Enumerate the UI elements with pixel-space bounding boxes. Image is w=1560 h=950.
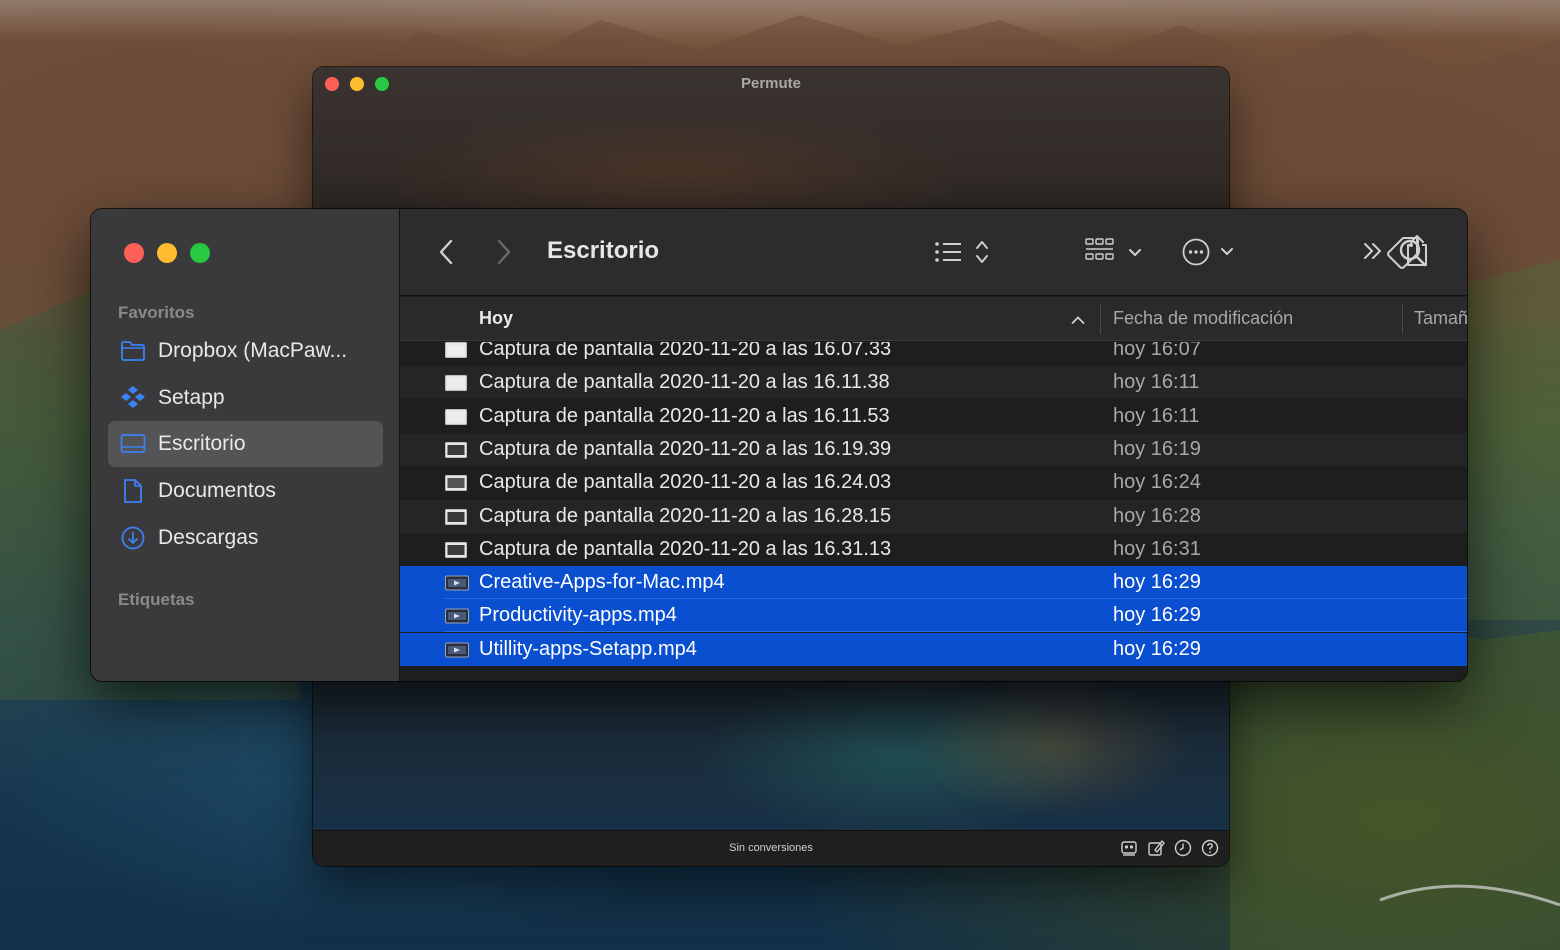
folder-title: Escritorio	[547, 237, 660, 264]
video-file-icon	[445, 575, 469, 596]
clock-icon[interactable]	[1174, 839, 1192, 857]
sort-ascending-icon[interactable]	[1071, 312, 1085, 330]
zoom-button[interactable]	[190, 243, 210, 263]
file-date: hoy 16:11	[1113, 371, 1200, 394]
sidebar-item-label: Documentos	[158, 479, 276, 502]
image-file-icon	[445, 508, 467, 530]
column-header: Hoy Fecha de modificación Tamaño	[400, 297, 1467, 341]
grid-icon	[1085, 238, 1141, 260]
file-row[interactable]: Captura de pantalla 2020-11-20 a las 16.…	[400, 499, 1467, 533]
column-name-header[interactable]: Hoy	[479, 308, 513, 329]
chevron-left-icon	[439, 239, 453, 265]
sidebar-item-dropbox[interactable]: Dropbox (MacPaw...	[108, 328, 383, 374]
file-date: hoy 16:29	[1113, 604, 1201, 627]
finder-sidebar: Favoritos Dropbox (MacPaw... Setapp Escr…	[91, 209, 400, 681]
sidebar-item-label: Descargas	[158, 526, 259, 549]
file-row[interactable]: Productivity-apps.mp4 hoy 16:29	[400, 599, 1467, 633]
forward-button[interactable]	[496, 238, 512, 266]
file-date: hoy 16:29	[1113, 637, 1201, 660]
image-file-icon	[445, 342, 467, 363]
file-name: Captura de pantalla 2020-11-20 a las 16.…	[479, 504, 892, 527]
file-name: Captura de pantalla 2020-11-20 a las 16.…	[479, 471, 892, 494]
search-icon	[1399, 239, 1427, 267]
desktop-icon	[120, 431, 146, 457]
file-row[interactable]: Captura de pantalla 2020-11-20 a las 16.…	[400, 366, 1467, 400]
sidebar-item-documentos[interactable]: Documentos	[108, 468, 383, 514]
sidebar-item-label: Escritorio	[158, 432, 246, 455]
file-name: Captura de pantalla 2020-11-20 a las 16.…	[479, 404, 890, 427]
file-row[interactable]: Captura de pantalla 2020-11-20 a las 16.…	[400, 432, 1467, 466]
more-icon	[1182, 238, 1233, 266]
permute-title: Permute	[740, 75, 802, 92]
back-button[interactable]	[438, 238, 454, 266]
file-date: hoy 16:28	[1113, 504, 1201, 527]
sidebar-item-label: Dropbox (MacPaw...	[158, 339, 348, 362]
file-date: hoy 16:19	[1113, 437, 1201, 460]
sidebar-item-escritorio[interactable]: Escritorio	[108, 421, 383, 467]
file-name: Productivity-apps.mp4	[479, 604, 677, 627]
finder-toolbar: Escritorio	[400, 209, 1467, 296]
finder-main: Escritorio Hoy Fecha de modificación Tam…	[400, 209, 1467, 681]
document-icon	[120, 478, 146, 504]
search-button[interactable]	[1399, 238, 1428, 268]
column-size-header[interactable]: Tamaño	[1414, 308, 1467, 329]
sidebar-item-descargas[interactable]: Descargas	[108, 515, 383, 561]
column-divider[interactable]	[1100, 304, 1101, 334]
file-row[interactable]: Utillity-apps-Setapp.mp4 hoy 16:29	[400, 632, 1467, 666]
file-date: hoy 16:11	[1113, 404, 1200, 427]
download-icon	[120, 525, 146, 551]
file-row[interactable]: Creative-Apps-for-Mac.mp4 hoy 16:29	[400, 566, 1467, 600]
folder-icon	[120, 338, 146, 364]
finder-window-controls	[124, 243, 210, 263]
file-date: hoy 16:24	[1113, 471, 1201, 494]
permute-status-bar: Sin conversiones	[313, 830, 1229, 866]
help-icon[interactable]	[1201, 839, 1219, 857]
image-file-icon	[445, 475, 467, 496]
file-name: Creative-Apps-for-Mac.mp4	[479, 571, 725, 594]
media-icon[interactable]	[1120, 839, 1138, 857]
chevron-right-icon	[497, 239, 511, 265]
file-date: hoy 16:31	[1113, 537, 1201, 560]
image-file-icon	[445, 441, 467, 463]
group-button[interactable]	[1085, 237, 1145, 267]
file-name: Captura de pantalla 2020-11-20 a las 16.…	[479, 537, 892, 560]
setapp-icon	[120, 385, 146, 411]
edit-icon[interactable]	[1147, 839, 1165, 857]
image-file-icon	[445, 375, 467, 396]
permute-status-text: Sin conversiones	[729, 842, 813, 854]
tags-section-title: Etiquetas	[118, 590, 195, 609]
permute-backdrop-glow	[913, 677, 1193, 817]
minimize-button[interactable]	[157, 243, 177, 263]
double-chevron-icon	[1364, 243, 1381, 259]
file-row[interactable]: Captura de pantalla 2020-11-20 a las 16.…	[400, 533, 1467, 566]
file-date: hoy 16:29	[1113, 571, 1201, 594]
column-date-header[interactable]: Fecha de modificación	[1113, 308, 1293, 329]
file-name: Captura de pantalla 2020-11-20 a las 16.…	[479, 371, 890, 394]
favorites-section-title: Favoritos	[118, 303, 195, 322]
file-row[interactable]: Captura de pantalla 2020-11-20 a las 16.…	[400, 466, 1467, 499]
view-mode-button[interactable]	[934, 238, 994, 266]
video-file-icon	[445, 642, 469, 663]
file-list: Captura de pantalla 2020-11-20 a las 16.…	[400, 342, 1467, 681]
finder-window: Favoritos Dropbox (MacPaw... Setapp Escr…	[91, 209, 1467, 681]
permute-status-icons	[1120, 839, 1219, 857]
sidebar-item-setapp[interactable]: Setapp	[108, 375, 383, 421]
file-row[interactable]: Captura de pantalla 2020-11-20 a las 16.…	[400, 342, 1467, 366]
close-button[interactable]	[124, 243, 144, 263]
sidebar-item-label: Setapp	[158, 386, 225, 409]
column-divider[interactable]	[1402, 304, 1403, 334]
file-name: Utillity-apps-Setapp.mp4	[479, 637, 697, 660]
image-file-icon	[445, 541, 467, 563]
file-row[interactable]: Captura de pantalla 2020-11-20 a las 16.…	[400, 400, 1467, 433]
list-view-icon	[935, 241, 988, 263]
video-file-icon	[445, 608, 469, 629]
file-name: Captura de pantalla 2020-11-20 a las 16.…	[479, 342, 892, 360]
action-button[interactable]	[1182, 237, 1242, 267]
file-name: Captura de pantalla 2020-11-20 a las 16.…	[479, 437, 892, 460]
image-file-icon	[445, 408, 467, 430]
file-date: hoy 16:07	[1113, 342, 1201, 360]
